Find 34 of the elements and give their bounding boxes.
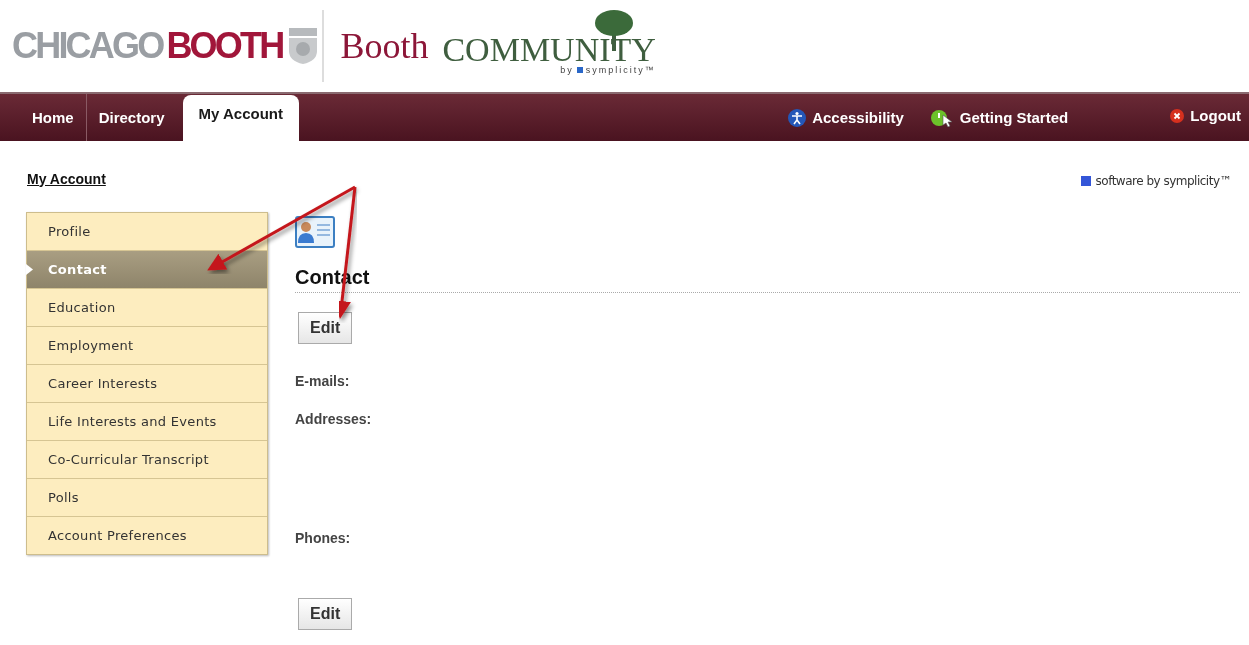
sidebar-item[interactable]: Account Preferences <box>27 516 267 554</box>
vendor-note: software by symplicity™ <box>1095 173 1231 188</box>
close-icon <box>1170 108 1185 123</box>
sidebar-item[interactable]: Education <box>27 288 267 326</box>
accessibility-icon <box>788 108 807 127</box>
school-logo-text: BOOTH <box>166 25 283 67</box>
field-label: Addresses: <box>295 411 373 427</box>
contact-card-icon <box>295 216 335 248</box>
school-logo-text: CHICAGO <box>12 25 163 67</box>
sidebar-item[interactable]: Life Interests and Events <box>27 402 267 440</box>
nav-tab[interactable]: My Account <box>182 95 299 141</box>
breadcrumb-link[interactable]: My Account <box>27 170 106 187</box>
sidebar-item[interactable]: Profile <box>27 213 267 250</box>
field-label: E-mails: <box>295 373 351 389</box>
square-icon <box>576 67 583 73</box>
nav-link[interactable]: Logout <box>1190 107 1241 124</box>
crest-icon <box>288 27 319 65</box>
square-icon <box>1080 175 1091 186</box>
sidebar-item[interactable]: Co-Curricular Transcript <box>27 440 267 478</box>
power-cursor-icon <box>929 108 954 127</box>
sidebar-item[interactable]: Polls <box>27 478 267 516</box>
sidebar-item[interactable]: Employment <box>27 326 267 364</box>
byline: by <box>560 65 574 75</box>
field-label: Phones: <box>295 530 352 546</box>
nav-tab[interactable]: Home <box>20 94 86 141</box>
pointer-icon <box>26 264 33 275</box>
vendor-name: symplicity™ <box>585 65 656 75</box>
edit-button[interactable]: Edit <box>298 598 353 630</box>
nav-link[interactable]: Accessibility <box>812 109 904 126</box>
product-name: Booth <box>340 25 429 67</box>
nav-link[interactable]: Getting Started <box>959 109 1069 126</box>
edit-button[interactable]: Edit <box>298 312 353 344</box>
sidebar-item[interactable]: Career Interests <box>27 364 267 402</box>
nav-tab[interactable]: Directory <box>85 94 177 141</box>
